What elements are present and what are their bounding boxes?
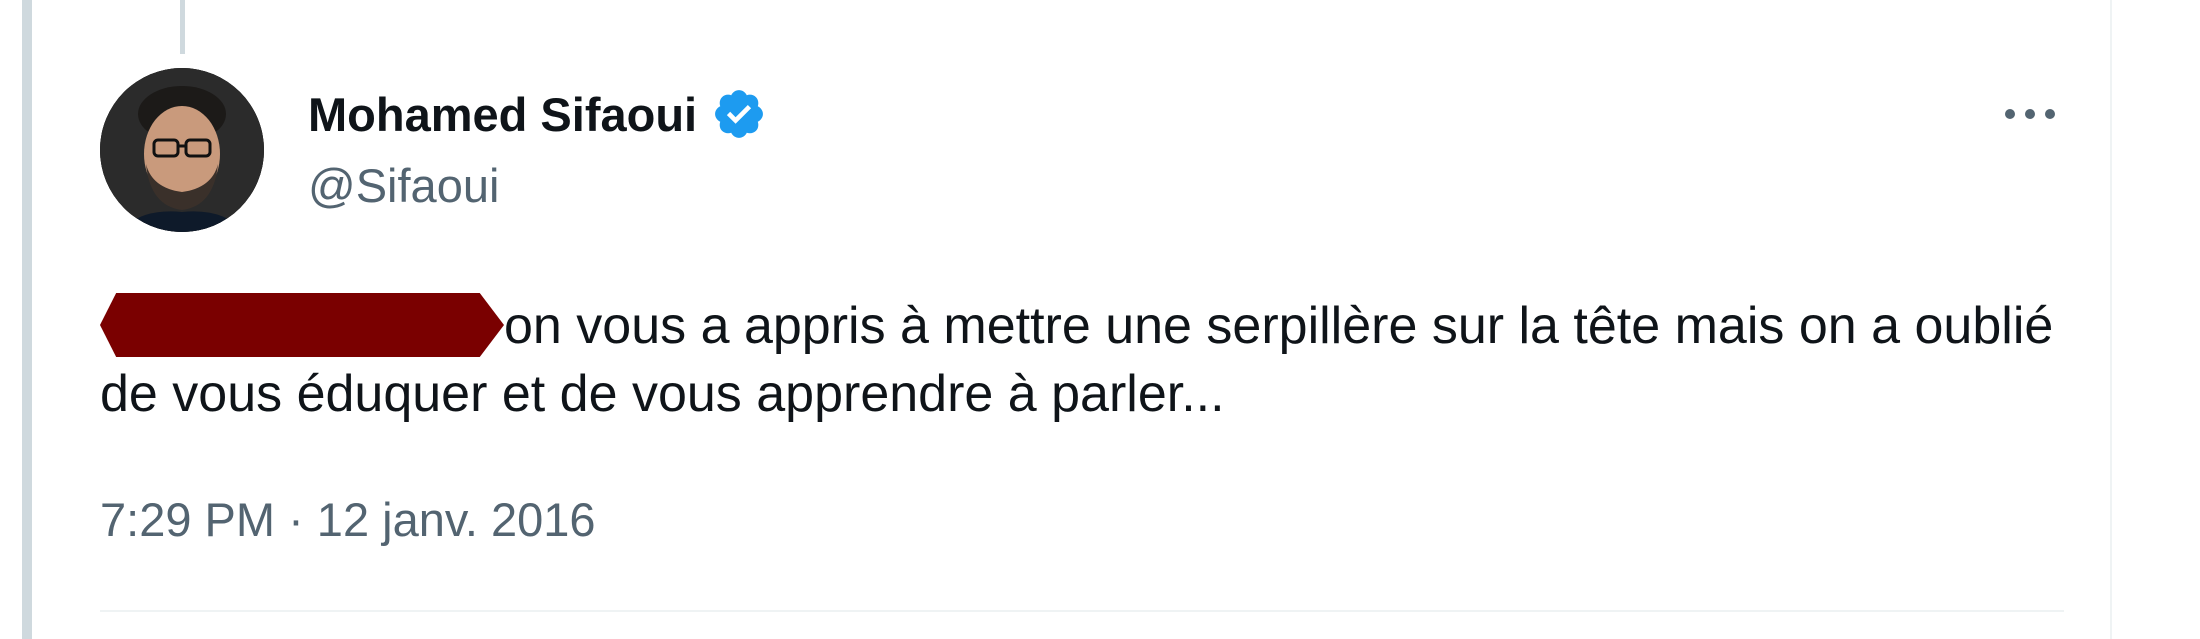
user-handle[interactable]: @Sifaoui	[308, 158, 499, 213]
user-name-row[interactable]: Mohamed Sifaoui	[308, 86, 767, 142]
divider	[100, 610, 2064, 612]
avatar-portrait	[100, 68, 264, 232]
redaction-mark	[100, 293, 504, 357]
verified-badge-icon	[715, 90, 764, 138]
more-options-icon	[2005, 109, 2055, 119]
tweet-timestamp[interactable]: 7:29 PM · 12 janv. 2016	[100, 492, 596, 547]
avatar[interactable]	[100, 68, 264, 232]
tweet-card[interactable]: Mohamed Sifaoui @Sifaoui on vous a appri…	[40, 0, 2112, 639]
tweet-text-block: on vous a appris à mettre une serpillère…	[100, 292, 2090, 428]
thread-connector-line	[180, 0, 185, 54]
user-name[interactable]: Mohamed Sifaoui	[308, 87, 697, 142]
more-options-button[interactable]	[1994, 86, 2066, 142]
left-border-rule	[22, 0, 32, 639]
